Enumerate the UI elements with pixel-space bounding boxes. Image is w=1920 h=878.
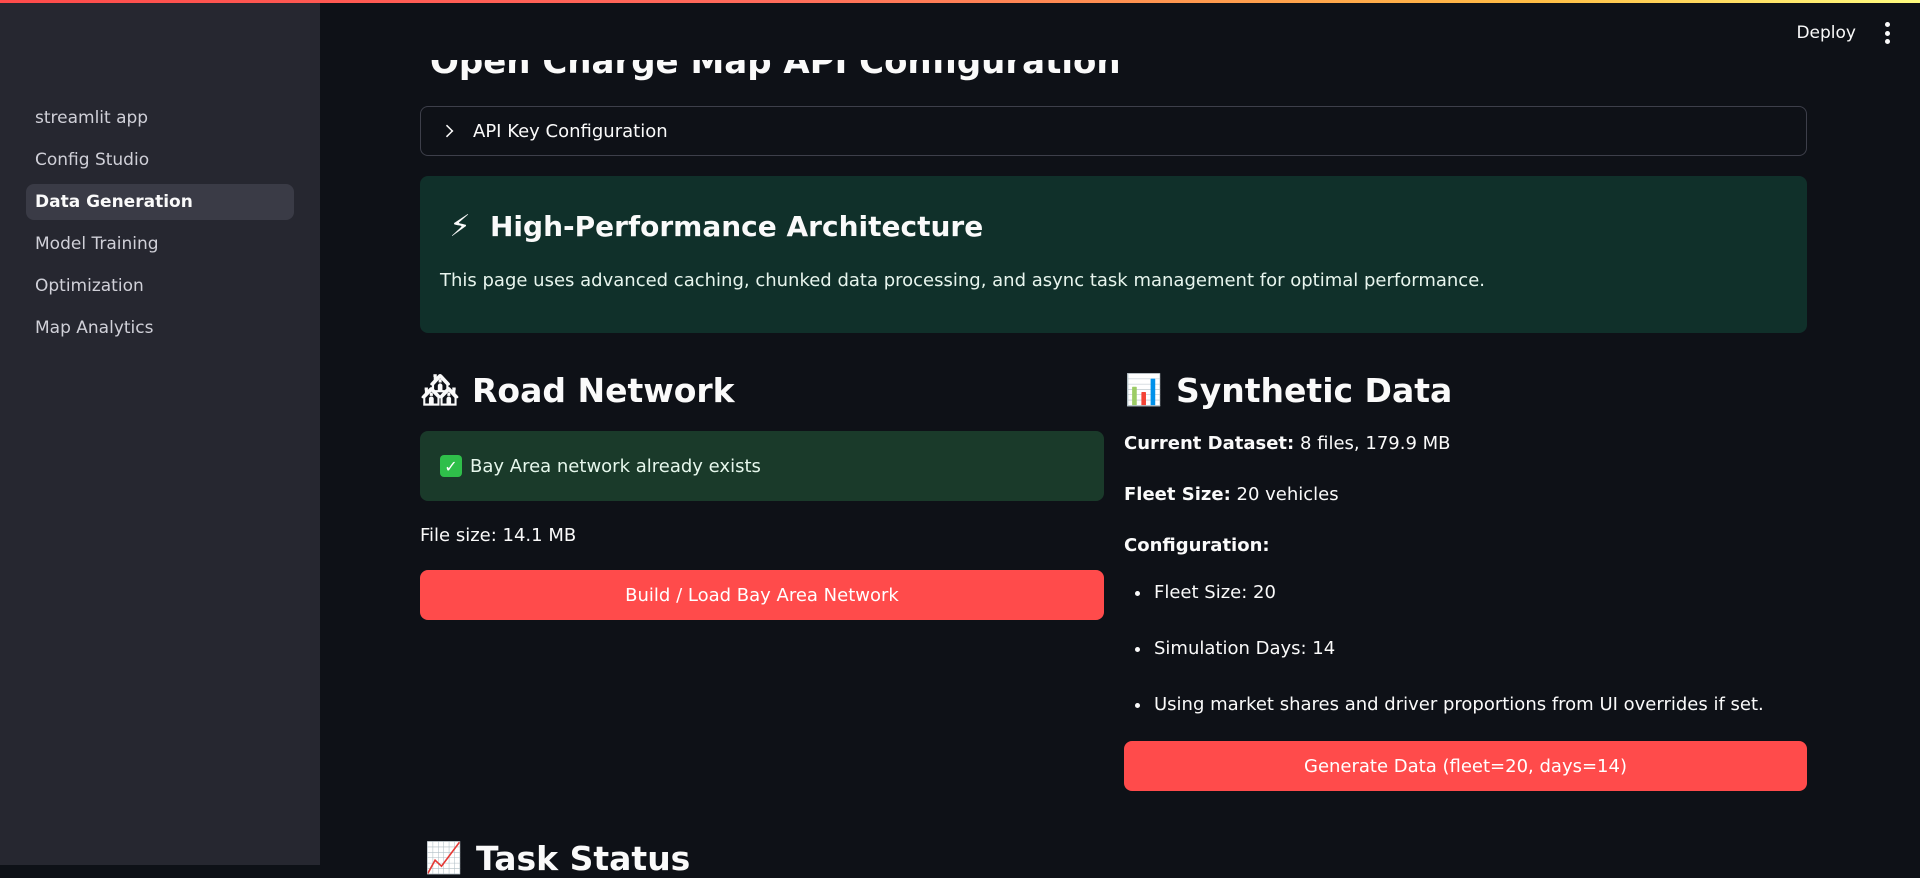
build-load-network-button[interactable]: Build / Load Bay Area Network xyxy=(420,570,1104,620)
success-text: Bay Area network already exists xyxy=(470,455,761,477)
info-callout: ⚡ High-Performance Architecture This pag… xyxy=(420,176,1807,333)
info-title-text: High-Performance Architecture xyxy=(490,209,984,243)
task-status-heading: 📈 Task Status xyxy=(424,838,690,878)
api-key-expander[interactable]: API Key Configuration xyxy=(420,106,1807,156)
current-dataset-value: 8 files, 179.9 MB xyxy=(1294,433,1451,454)
road-network-heading: 🏘 Road Network xyxy=(420,360,1104,420)
sidebar-item-optimization[interactable]: Optimization xyxy=(26,268,294,304)
info-text: This page uses advanced caching, chunked… xyxy=(440,270,1485,291)
expander-label: API Key Configuration xyxy=(473,120,668,142)
list-item: Fleet Size: 20 xyxy=(1152,582,1807,603)
check-icon: ✓ xyxy=(440,455,462,477)
list-item: Simulation Days: 14 xyxy=(1152,638,1807,659)
current-dataset-label: Current Dataset: xyxy=(1124,433,1295,454)
file-size-text: File size: 14.1 MB xyxy=(420,525,577,546)
generate-data-button[interactable]: Generate Data (fleet=20, days=14) xyxy=(1124,741,1807,791)
configuration-label: Configuration: xyxy=(1124,535,1270,556)
main-content: Open Charge Map API Configuration API Ke… xyxy=(420,0,1807,878)
road-network-section: 🏘 Road Network ✓ Bay Area network alread… xyxy=(420,360,1104,620)
current-dataset-row: Current Dataset: 8 files, 179.9 MB xyxy=(1124,433,1807,454)
synthetic-data-title: Synthetic Data xyxy=(1176,370,1453,410)
sidebar-item-map-analytics[interactable]: Map Analytics xyxy=(26,310,294,346)
fleet-size-row: Fleet Size: 20 vehicles xyxy=(1124,484,1807,505)
configuration-row: Configuration: xyxy=(1124,535,1807,556)
sidebar: streamlit app Config Studio Data Generat… xyxy=(0,0,320,865)
info-title: ⚡ High-Performance Architecture xyxy=(440,206,1787,246)
bar-chart-icon: 📊 xyxy=(1125,372,1163,408)
configuration-list: Fleet Size: 20 Simulation Days: 14 Using… xyxy=(1124,582,1807,715)
sidebar-item-streamlit-app[interactable]: streamlit app xyxy=(26,100,294,136)
fleet-size-value: 20 vehicles xyxy=(1230,484,1339,505)
sidebar-item-data-generation[interactable]: Data Generation xyxy=(26,184,294,220)
network-success-alert: ✓ Bay Area network already exists xyxy=(420,431,1104,501)
synthetic-data-section: 📊 Synthetic Data Current Dataset: 8 file… xyxy=(1124,360,1807,791)
fleet-size-label: Fleet Size: xyxy=(1124,484,1231,505)
sidebar-item-config-studio[interactable]: Config Studio xyxy=(26,142,294,178)
lightning-icon: ⚡ xyxy=(449,208,471,244)
road-network-title: Road Network xyxy=(472,370,735,410)
page-title-partial: Open Charge Map API Configuration xyxy=(430,42,1121,82)
header-actions: Deploy xyxy=(1796,22,1892,44)
top-accent-bar xyxy=(0,0,1920,3)
task-status-title: Task Status xyxy=(476,838,691,878)
houses-icon: 🏘 xyxy=(420,372,460,408)
sidebar-item-model-training[interactable]: Model Training xyxy=(26,226,294,262)
chevron-right-icon xyxy=(440,124,454,138)
synthetic-data-heading: 📊 Synthetic Data xyxy=(1124,360,1807,420)
trend-chart-icon: 📈 xyxy=(425,840,463,876)
list-item: Using market shares and driver proportio… xyxy=(1152,694,1807,715)
more-options-icon[interactable] xyxy=(1882,22,1892,44)
